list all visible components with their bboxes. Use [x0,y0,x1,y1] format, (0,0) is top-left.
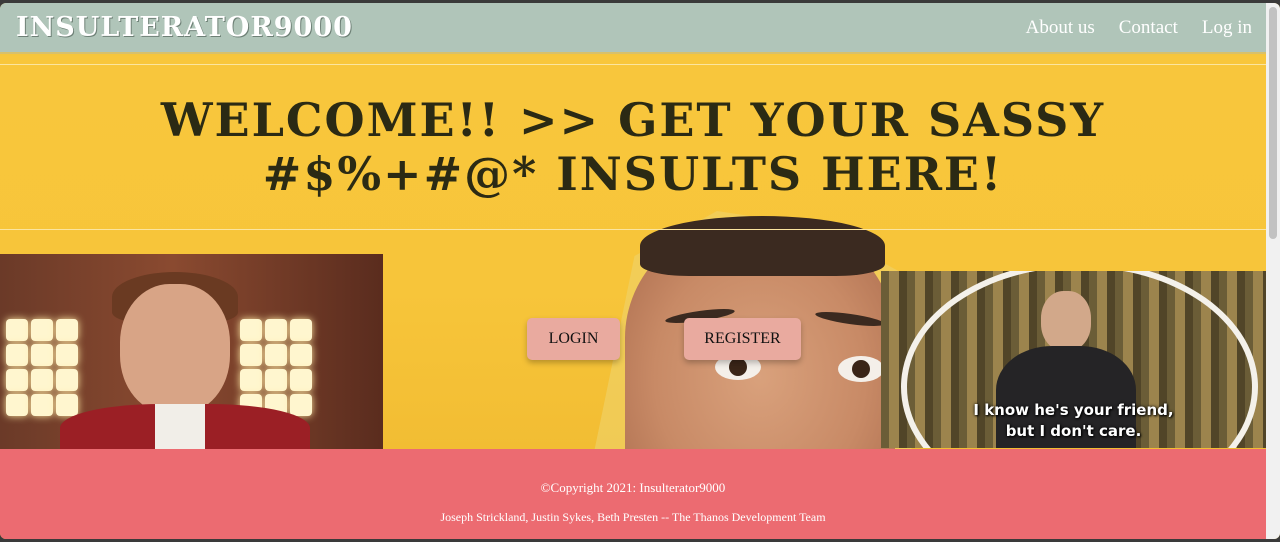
brand-logo[interactable]: INSULTERATOR9000 [16,12,353,43]
welcome-banner: WELCOME!! >> GET YOUR SASSY #$%+#@* INSU… [0,64,1266,230]
browser-page: INSULTERATOR9000 About us Contact Log in… [0,3,1280,539]
anchorman-collar [155,404,205,449]
scrollbar-thumb[interactable] [1269,7,1277,239]
nav-links: About us Contact Log in [1026,17,1252,39]
nav-login-link[interactable]: Log in [1202,17,1252,39]
speaker-gif-image: I know he's your friend, but I don't car… [881,271,1266,448]
hero-section: WELCOME!! >> GET YOUR SASSY #$%+#@* INSU… [0,56,1266,449]
gif-caption-line1: I know he's your friend, [973,401,1174,419]
register-button[interactable]: REGISTER [684,318,801,360]
vertical-scrollbar[interactable] [1266,3,1280,539]
studio-lights-left [6,319,78,416]
studio-lights-right [240,319,312,416]
footer-copyright: ©Copyright 2021: Insulterator9000 [540,480,726,495]
anchorman-face [120,284,230,414]
nav-contact-link[interactable]: Contact [1119,17,1178,39]
hero-eye-right [838,356,884,382]
navbar: INSULTERATOR9000 About us Contact Log in [0,3,1266,54]
footer-team-credits: Joseph Strickland, Justin Sykes, Beth Pr… [440,510,826,524]
gif-caption: I know he's your friend, but I don't car… [881,400,1266,442]
anchorman-image [0,254,383,449]
welcome-headline: WELCOME!! >> GET YOUR SASSY #$%+#@* INSU… [160,93,1106,201]
gif-caption-line2: but I don't care. [1005,422,1142,440]
nav-about-us-link[interactable]: About us [1026,17,1095,39]
speaker-head [1041,291,1091,351]
footer: ©Copyright 2021: Insulterator9000 Joseph… [0,449,1266,539]
login-button[interactable]: LOGIN [527,318,620,360]
